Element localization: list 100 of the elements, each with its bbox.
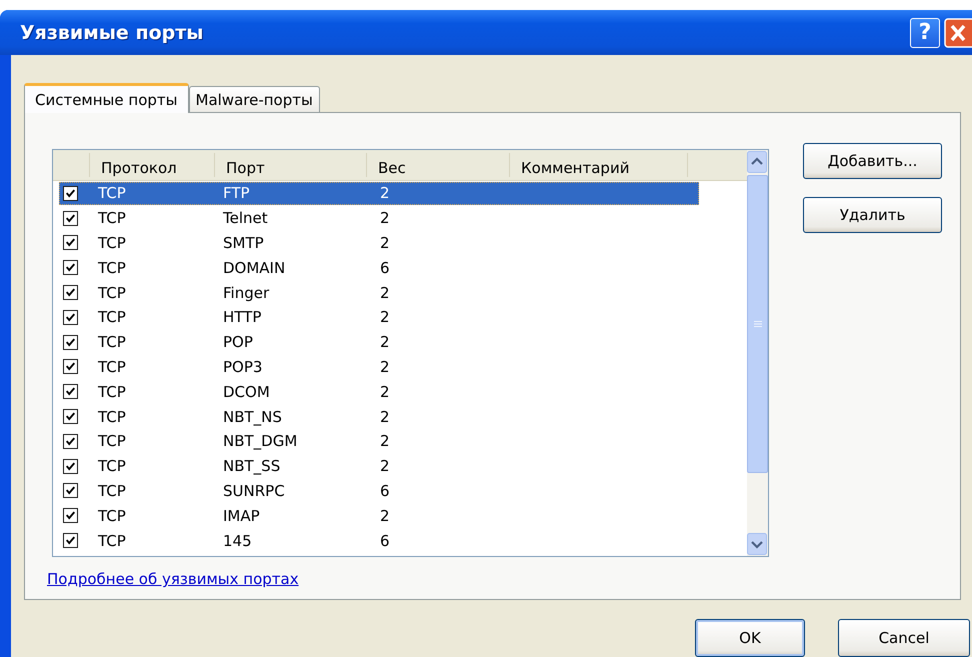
dialog-button[interactable]: Cancel [838, 619, 970, 657]
table-cell-text: 2 [380, 432, 391, 450]
check-icon [65, 212, 76, 224]
scrollbar[interactable] [747, 150, 768, 556]
column-header[interactable]: Порт [215, 153, 367, 177]
tab[interactable]: Malware-порты [188, 86, 320, 112]
table-cell-text: 2 [380, 284, 391, 302]
table-row[interactable]: TCP POP 2 [59, 330, 699, 354]
table-cell-text: NBT_DGM [223, 432, 298, 450]
check-icon [65, 287, 76, 298]
check-icon [65, 436, 76, 447]
table-cell-text: 2 [380, 358, 391, 376]
table-row[interactable]: TCP 145 6 [59, 529, 699, 552]
table-cell-text: 6 [380, 532, 391, 550]
action-button[interactable]: Удалить [803, 197, 942, 233]
checkbox[interactable] [63, 359, 78, 374]
table-row[interactable]: TCP SUNRPC 6 [59, 479, 699, 502]
table-cell-text: TCP [98, 506, 127, 525]
table-cell-text: FTP [223, 184, 251, 202]
table-row[interactable]: TCP Finger 2 [59, 281, 699, 304]
table-cell-text: TCP [98, 333, 127, 352]
table-row[interactable]: TCP DOMAIN 6 [59, 256, 699, 280]
table-cell-text: 145 [223, 532, 253, 550]
checkbox[interactable] [63, 260, 78, 276]
table-cell-text: TCP [98, 408, 127, 426]
table-cell-text: 2 [380, 506, 391, 525]
table-cell-text: TCP [98, 234, 127, 252]
dialog-button[interactable]: OK [695, 619, 805, 657]
table-cell-text: HTTP [223, 308, 262, 326]
table-cell-text: TCP [98, 457, 127, 476]
table-cell-text: TCP [98, 209, 127, 228]
table-row[interactable]: TCP HTTP 2 [59, 306, 699, 329]
table-cell-text: 2 [380, 333, 391, 352]
table-cell-text: SUNRPC [223, 482, 286, 500]
check-icon [65, 411, 76, 422]
table-row[interactable]: TCP FTP 2 [59, 182, 699, 205]
checkbox[interactable] [63, 285, 78, 300]
table-cell-text: NBT_SS [223, 457, 282, 476]
scroll-up-icon[interactable] [747, 151, 767, 173]
help-link[interactable]: Подробнее об уязвимых портах [47, 570, 299, 588]
close-icon[interactable] [944, 18, 972, 48]
checkbox[interactable] [63, 334, 78, 350]
checkbox[interactable] [63, 186, 78, 201]
checkbox[interactable] [63, 483, 78, 498]
table-row[interactable]: TCP Telnet 2 [59, 206, 699, 230]
column-header[interactable]: Протокол [90, 153, 215, 177]
checkbox[interactable] [63, 310, 78, 325]
table-cell-text: DCOM [223, 382, 271, 401]
window-title: Уязвимые порты [20, 22, 204, 44]
scroll-thumb[interactable] [747, 175, 768, 473]
table-cell-text: TCP [98, 284, 127, 302]
table-row[interactable]: TCP DCOM 2 [59, 380, 699, 404]
table-cell-text: TCP [98, 482, 127, 500]
table-cell-text: 6 [380, 482, 391, 500]
check-icon [65, 535, 76, 546]
action-button[interactable]: Добавить... [803, 143, 942, 179]
table-row[interactable]: TCP NBT_NS 2 [59, 405, 699, 428]
table-cell-text: TCP [98, 258, 127, 277]
column-header[interactable]: Вес [367, 153, 510, 177]
checkbox[interactable] [63, 434, 78, 449]
table-cell-text: 2 [380, 184, 391, 202]
table-cell-text: DOMAIN [223, 258, 286, 277]
check-icon [65, 262, 76, 274]
table-cell-text: 2 [380, 382, 391, 401]
check-icon [65, 386, 76, 398]
checkbox[interactable] [63, 210, 78, 226]
table-cell-text: POP [223, 333, 254, 352]
table-cell-text: POP3 [223, 358, 264, 376]
check-icon [65, 188, 76, 199]
checkbox[interactable] [63, 235, 78, 250]
check-icon [65, 510, 76, 522]
table-row[interactable]: TCP POP3 2 [59, 355, 699, 378]
table-cell-text: IMAP [223, 506, 261, 525]
table-cell-text: 2 [380, 308, 391, 326]
column-header[interactable]: Комментарий [510, 153, 688, 177]
table-cell-text: TCP [98, 308, 127, 326]
help-button[interactable]: ? [910, 18, 940, 48]
scroll-down-icon[interactable] [747, 533, 767, 555]
checkbox[interactable] [63, 508, 78, 524]
checkbox[interactable] [63, 384, 78, 400]
checkbox[interactable] [63, 409, 78, 424]
table-cell-text: TCP [98, 358, 127, 376]
table-cell-text: 6 [380, 258, 391, 277]
table-cell-text: TCP [98, 432, 127, 450]
table-cell-text: TCP [98, 184, 127, 202]
table-row[interactable]: TCP IMAP 2 [59, 504, 699, 528]
table-row[interactable]: TCP NBT_SS 2 [59, 454, 699, 478]
table-row[interactable]: TCP SMTP 2 [59, 231, 699, 254]
check-icon [65, 460, 76, 472]
table-cell-text: SMTP [223, 234, 265, 252]
check-icon [65, 336, 76, 348]
table-cell-text: 2 [380, 234, 391, 252]
table-cell-text: TCP [98, 382, 127, 401]
checkbox[interactable] [63, 533, 78, 548]
table-cell-text: NBT_NS [223, 408, 283, 426]
tab[interactable]: Системные порты [24, 83, 188, 113]
checkbox[interactable] [63, 458, 78, 474]
table-row[interactable]: TCP NBT_DGM 2 [59, 430, 699, 453]
check-icon [65, 361, 76, 372]
table-cell-text: TCP [98, 532, 127, 550]
